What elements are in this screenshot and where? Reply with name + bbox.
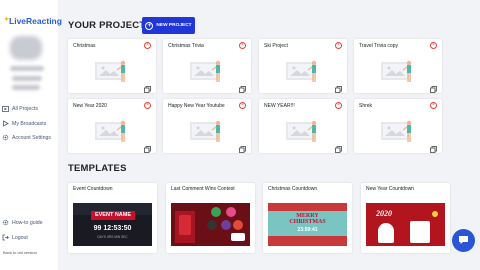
back-to-old-version-link[interactable]: Back to old version: [3, 250, 37, 255]
copy-icon[interactable]: [430, 80, 437, 93]
template-card-new-year-countdown[interactable]: New Year Countdown 2020: [361, 183, 450, 253]
template-card-event-countdown[interactable]: Event Countdown EVENT NAME 99 12:53:50 D…: [68, 183, 157, 253]
sidebar-item-label: My Broadcasts: [12, 120, 47, 127]
logo-text: LiveReacting: [9, 16, 62, 26]
template-title: Christmas Countdown: [268, 186, 318, 192]
template-art-title: 2020: [376, 209, 392, 218]
templates-heading: TEMPLATES: [68, 163, 127, 174]
template-thumbnail: MERRY CHRISTMAS 23:59:41: [268, 203, 347, 246]
projects-heading: YOUR PROJECTS: [68, 20, 152, 31]
project-thumbnail: [95, 57, 131, 85]
sidebar-item-label: How-to guide: [12, 219, 43, 226]
project-title: Happy New Year Youtube: [168, 103, 225, 109]
project-title: New Year 2020: [73, 103, 107, 109]
template-art-countdown: 99 12:53:50: [93, 225, 132, 232]
new-project-label: NEW PROJECT: [156, 23, 192, 28]
project-title: Ski Project: [264, 43, 288, 49]
sidebar-item-label: All Projects: [12, 105, 38, 112]
delete-icon[interactable]: ×: [144, 42, 151, 49]
project-thumbnail: [190, 57, 226, 85]
sidebar-item-my-broadcasts[interactable]: My Broadcasts: [2, 120, 46, 127]
delete-icon[interactable]: ×: [144, 102, 151, 109]
play-icon: [2, 120, 9, 127]
delete-icon[interactable]: ×: [239, 102, 246, 109]
project-thumbnail: [381, 57, 417, 85]
user-plan-blurred: [12, 85, 40, 90]
chat-icon: [458, 232, 469, 250]
project-card[interactable]: Christmas Trivia ×: [163, 39, 251, 93]
chat-support-button[interactable]: [452, 229, 475, 252]
avatar[interactable]: [10, 36, 42, 60]
template-title: Last Comment Wins Contest: [171, 186, 235, 192]
project-card[interactable]: Happy New Year Youtube ×: [163, 99, 251, 153]
template-title: Event Countdown: [73, 186, 113, 192]
project-card[interactable]: Ski Project ×: [259, 39, 347, 93]
gear-icon: [2, 219, 9, 226]
template-thumbnail: 2020: [366, 203, 445, 246]
delete-icon[interactable]: ×: [239, 42, 246, 49]
template-card-christmas-countdown[interactable]: Christmas Countdown MERRY CHRISTMAS 23:5…: [263, 183, 352, 253]
sidebar-item-logout[interactable]: Logout: [2, 234, 28, 241]
template-card-last-comment-wins[interactable]: Last Comment Wins Contest: [166, 183, 255, 253]
plus-icon: +: [145, 21, 154, 30]
user-name-blurred: [10, 66, 44, 71]
copy-icon[interactable]: [239, 140, 246, 153]
sidebar-item-label: Account Settings: [12, 134, 51, 141]
sidebar-item-all-projects[interactable]: All Projects: [2, 105, 38, 112]
project-card[interactable]: Travel Trivia copy ×: [354, 39, 442, 93]
project-card[interactable]: Shrek ×: [354, 99, 442, 153]
copy-icon[interactable]: [144, 80, 151, 93]
project-title: Christmas Trivia: [168, 43, 204, 49]
delete-icon[interactable]: ×: [430, 42, 437, 49]
project-card[interactable]: Christmas ×: [68, 39, 156, 93]
template-thumbnail: EVENT NAME 99 12:53:50 DAYS HRS MIN SEC: [73, 203, 152, 246]
project-thumbnail: [286, 57, 322, 85]
project-title: Shrek: [359, 103, 373, 109]
project-card[interactable]: New Year 2020 ×: [68, 99, 156, 153]
gear-icon: [2, 134, 9, 141]
project-card[interactable]: NEW YEAR!!! ×: [259, 99, 347, 153]
sidebar-item-label: Logout: [12, 234, 28, 241]
sidebar-item-how-to-guide[interactable]: How-to guide: [2, 219, 43, 226]
user-email-blurred: [12, 76, 42, 81]
delete-icon[interactable]: ×: [335, 42, 342, 49]
project-title: Travel Trivia copy: [359, 43, 398, 49]
template-art-countdown: 23:59:41: [297, 227, 318, 233]
project-thumbnail: [381, 117, 417, 145]
delete-icon[interactable]: ×: [335, 102, 342, 109]
template-title: New Year Countdown: [366, 186, 415, 192]
logout-icon: [2, 234, 9, 241]
template-art-title: MERRY CHRISTMAS: [289, 213, 326, 225]
project-thumbnail: [286, 117, 322, 145]
project-title: NEW YEAR!!!: [264, 103, 295, 109]
copy-icon[interactable]: [430, 140, 437, 153]
template-art-units: DAYS HRS MIN SEC: [97, 235, 128, 239]
delete-icon[interactable]: ×: [430, 102, 437, 109]
project-thumbnail: [95, 117, 131, 145]
sidebar-item-account-settings[interactable]: Account Settings: [2, 134, 51, 141]
video-icon: [2, 105, 9, 112]
app-logo[interactable]: ✦LiveReacting: [4, 16, 62, 26]
copy-icon[interactable]: [335, 80, 342, 93]
sidebar: ✦LiveReacting All Projects My Broadcasts…: [0, 0, 62, 270]
new-project-button[interactable]: + NEW PROJECT: [142, 17, 195, 34]
template-thumbnail: [171, 203, 250, 246]
copy-icon[interactable]: [239, 80, 246, 93]
copy-icon[interactable]: [335, 140, 342, 153]
template-art-title: EVENT NAME: [91, 211, 135, 220]
project-thumbnail: [190, 117, 226, 145]
project-title: Christmas: [73, 43, 96, 49]
copy-icon[interactable]: [144, 140, 151, 153]
